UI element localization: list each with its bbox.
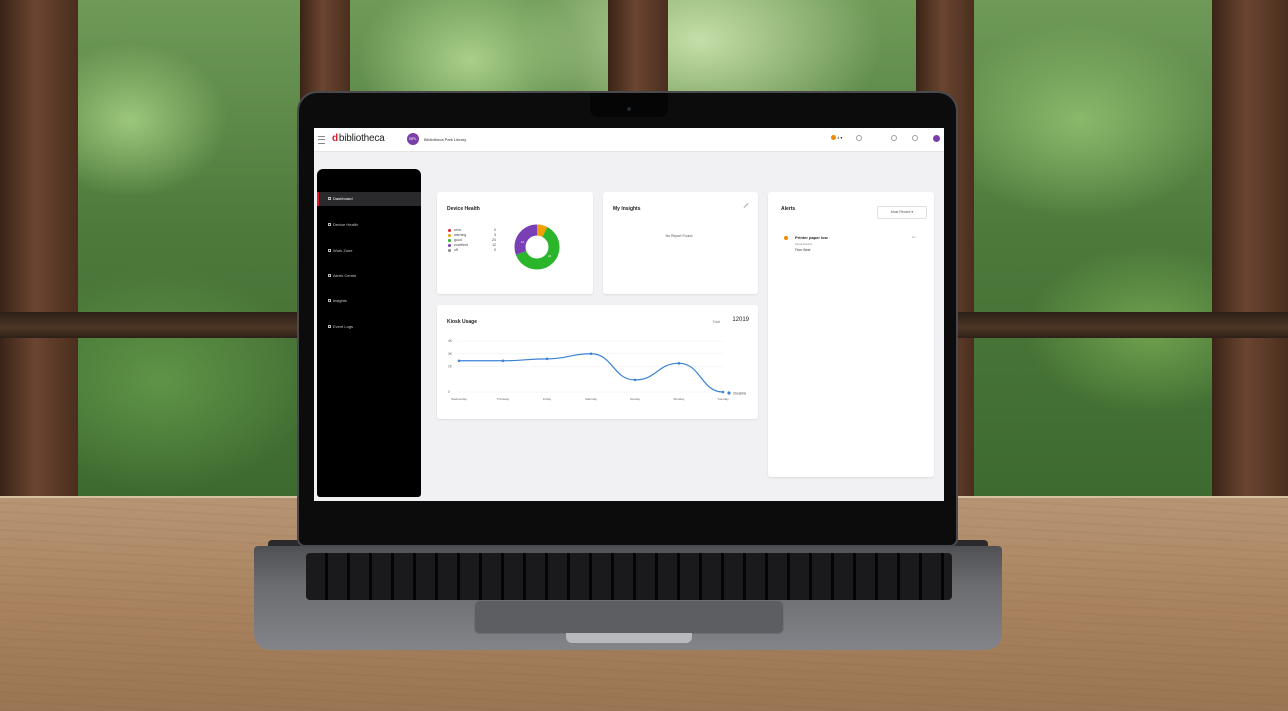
status-indicator[interactable]: 4 ▾ <box>831 135 843 141</box>
sidebar-item-event-logs[interactable]: Event Logs <box>317 320 421 334</box>
alert-time: 1m <box>911 235 916 239</box>
sidebar-item-label: Event Logs <box>333 324 354 329</box>
x-tick-label: Tuesday <box>717 397 729 401</box>
kiosk-usage-chart[interactable]: 4K 3K 2K 0Wednesday Thursday Friday Saturday Su… <box>437 305 758 419</box>
sidebar-item-insights[interactable]: Insights <box>317 294 421 308</box>
laptop-trackpad <box>474 600 784 634</box>
card-title: My Insights <box>613 206 641 212</box>
x-tick-label: Monday <box>674 397 685 401</box>
alert-item[interactable]: Printer paper low Kiosk Device Floor Wes… <box>774 227 922 260</box>
laptop-keyboard <box>306 553 952 600</box>
x-tick-label: Friday <box>543 397 552 401</box>
card-title: Alerts <box>781 206 796 212</box>
window-post <box>1212 0 1288 500</box>
alert-subtitle: Kiosk Device <box>795 242 813 246</box>
x-tick-label: Sunday <box>630 397 641 401</box>
kiosk-usage-card: Kiosk Usage Total 12019 4K 3K 2K 0 Wednesday… <box>437 305 758 419</box>
legend-value: 0 <box>494 248 496 252</box>
legend-label: excellent <box>454 243 468 247</box>
device-health-card[interactable]: Device Health error 0 warning 3 good 24 exc… <box>437 192 593 294</box>
logo[interactable]: dbibliotheca <box>332 133 385 147</box>
empty-state-text: No Report Found <box>665 234 693 238</box>
sidebar-item-work-zone[interactable]: Work Zone <box>317 244 421 258</box>
legend-dot-icon <box>448 228 451 232</box>
legend-dot-icon <box>448 238 451 242</box>
data-point[interactable] <box>589 352 593 356</box>
legend-dot-icon <box>448 233 451 237</box>
sidebar-item-device-health[interactable]: Device Health <box>317 218 421 232</box>
insights-card[interactable]: My Insights No Report Found <box>603 192 758 294</box>
alerts-sort-dropdown[interactable]: Most Recent ▾ <box>877 206 927 219</box>
logs-icon <box>328 325 331 329</box>
app-screen: dbibliotheca BPL Bibliotheca Park Librar… <box>314 128 944 501</box>
legend-label: warning <box>454 233 467 237</box>
legend-item: off 0 <box>448 248 496 253</box>
health-legend: error 0 warning 3 good 24 excellent 12 off 0 <box>448 228 496 253</box>
y-tick-label: 4K <box>448 339 453 343</box>
status-count: 4 ▾ <box>837 135 843 140</box>
legend-label: off <box>454 248 458 252</box>
settings-icon[interactable] <box>912 135 918 141</box>
donut-label: 24 <box>548 254 552 258</box>
menu-icon[interactable] <box>318 136 325 144</box>
edit-icon[interactable] <box>743 203 749 208</box>
laptop-front-lip <box>566 633 692 643</box>
top-bar: dbibliotheca BPL Bibliotheca Park Librar… <box>314 128 944 152</box>
data-point[interactable] <box>721 390 725 394</box>
insights-icon <box>328 299 331 303</box>
help-icon[interactable] <box>856 135 862 141</box>
x-tick-label: Saturday <box>585 397 598 401</box>
legend-dot-icon <box>448 243 451 247</box>
window-post <box>0 0 78 500</box>
health-icon <box>328 223 331 227</box>
data-point[interactable] <box>457 359 461 363</box>
alerts-card: Alerts Most Recent ▾ Printer paper low K… <box>768 192 934 477</box>
laptop-notch <box>590 93 668 117</box>
library-avatar[interactable]: BPL <box>407 133 419 145</box>
sidebar-item-label: Dashboard <box>333 196 353 201</box>
data-point[interactable] <box>677 362 681 365</box>
data-point[interactable] <box>545 357 549 361</box>
sidebar-item-label: Work Zone <box>333 248 353 253</box>
legend-marker-icon <box>727 391 731 395</box>
photo-scene: dbibliotheca BPL Bibliotheca Park Librar… <box>0 0 1288 711</box>
sidebar-item-alerts-centre[interactable]: Alerts Centre <box>317 269 421 283</box>
legend-label: Checkins <box>733 391 747 395</box>
legend-label: good <box>454 238 462 242</box>
data-point[interactable] <box>501 359 505 363</box>
logo-mark: d <box>332 133 338 144</box>
legend-label: error <box>454 228 462 232</box>
library-name[interactable]: Bibliotheca Park Library <box>424 137 466 142</box>
workzone-icon <box>328 249 331 253</box>
health-donut-chart[interactable]: 12 24 <box>514 224 560 270</box>
warning-dot-icon <box>784 236 788 240</box>
sidebar-item-label: Alerts Centre <box>333 273 357 278</box>
x-tick-label: Thursday <box>497 397 510 401</box>
y-tick-label: 0 <box>448 390 450 394</box>
y-tick-label: 2K <box>448 365 453 369</box>
bell-icon <box>328 274 331 278</box>
donut-svg <box>514 224 560 270</box>
y-tick-label: 3K <box>448 352 453 356</box>
series-line-checkins <box>459 353 724 393</box>
user-avatar[interactable] <box>933 135 940 142</box>
dashboard-icon <box>328 197 331 201</box>
x-tick-label: Wednesday <box>451 397 467 401</box>
status-dot-icon <box>831 135 836 141</box>
sidebar: Dashboard Device Health Work Zone Alerts… <box>317 169 421 497</box>
sidebar-item-dashboard[interactable]: Dashboard <box>317 192 421 206</box>
legend-dot-icon <box>448 248 451 252</box>
sidebar-item-label: Device Health <box>333 222 358 227</box>
donut-label: 12 <box>521 240 525 244</box>
sidebar-item-label: Insights <box>333 298 347 303</box>
card-title: Device Health <box>447 206 480 212</box>
logo-text: bibliotheca <box>338 133 385 144</box>
alert-title: Printer paper low <box>795 235 828 240</box>
notification-icon[interactable] <box>891 135 897 141</box>
alert-location: Floor West <box>795 248 811 252</box>
camera-icon <box>627 107 631 111</box>
data-point[interactable] <box>633 378 637 382</box>
